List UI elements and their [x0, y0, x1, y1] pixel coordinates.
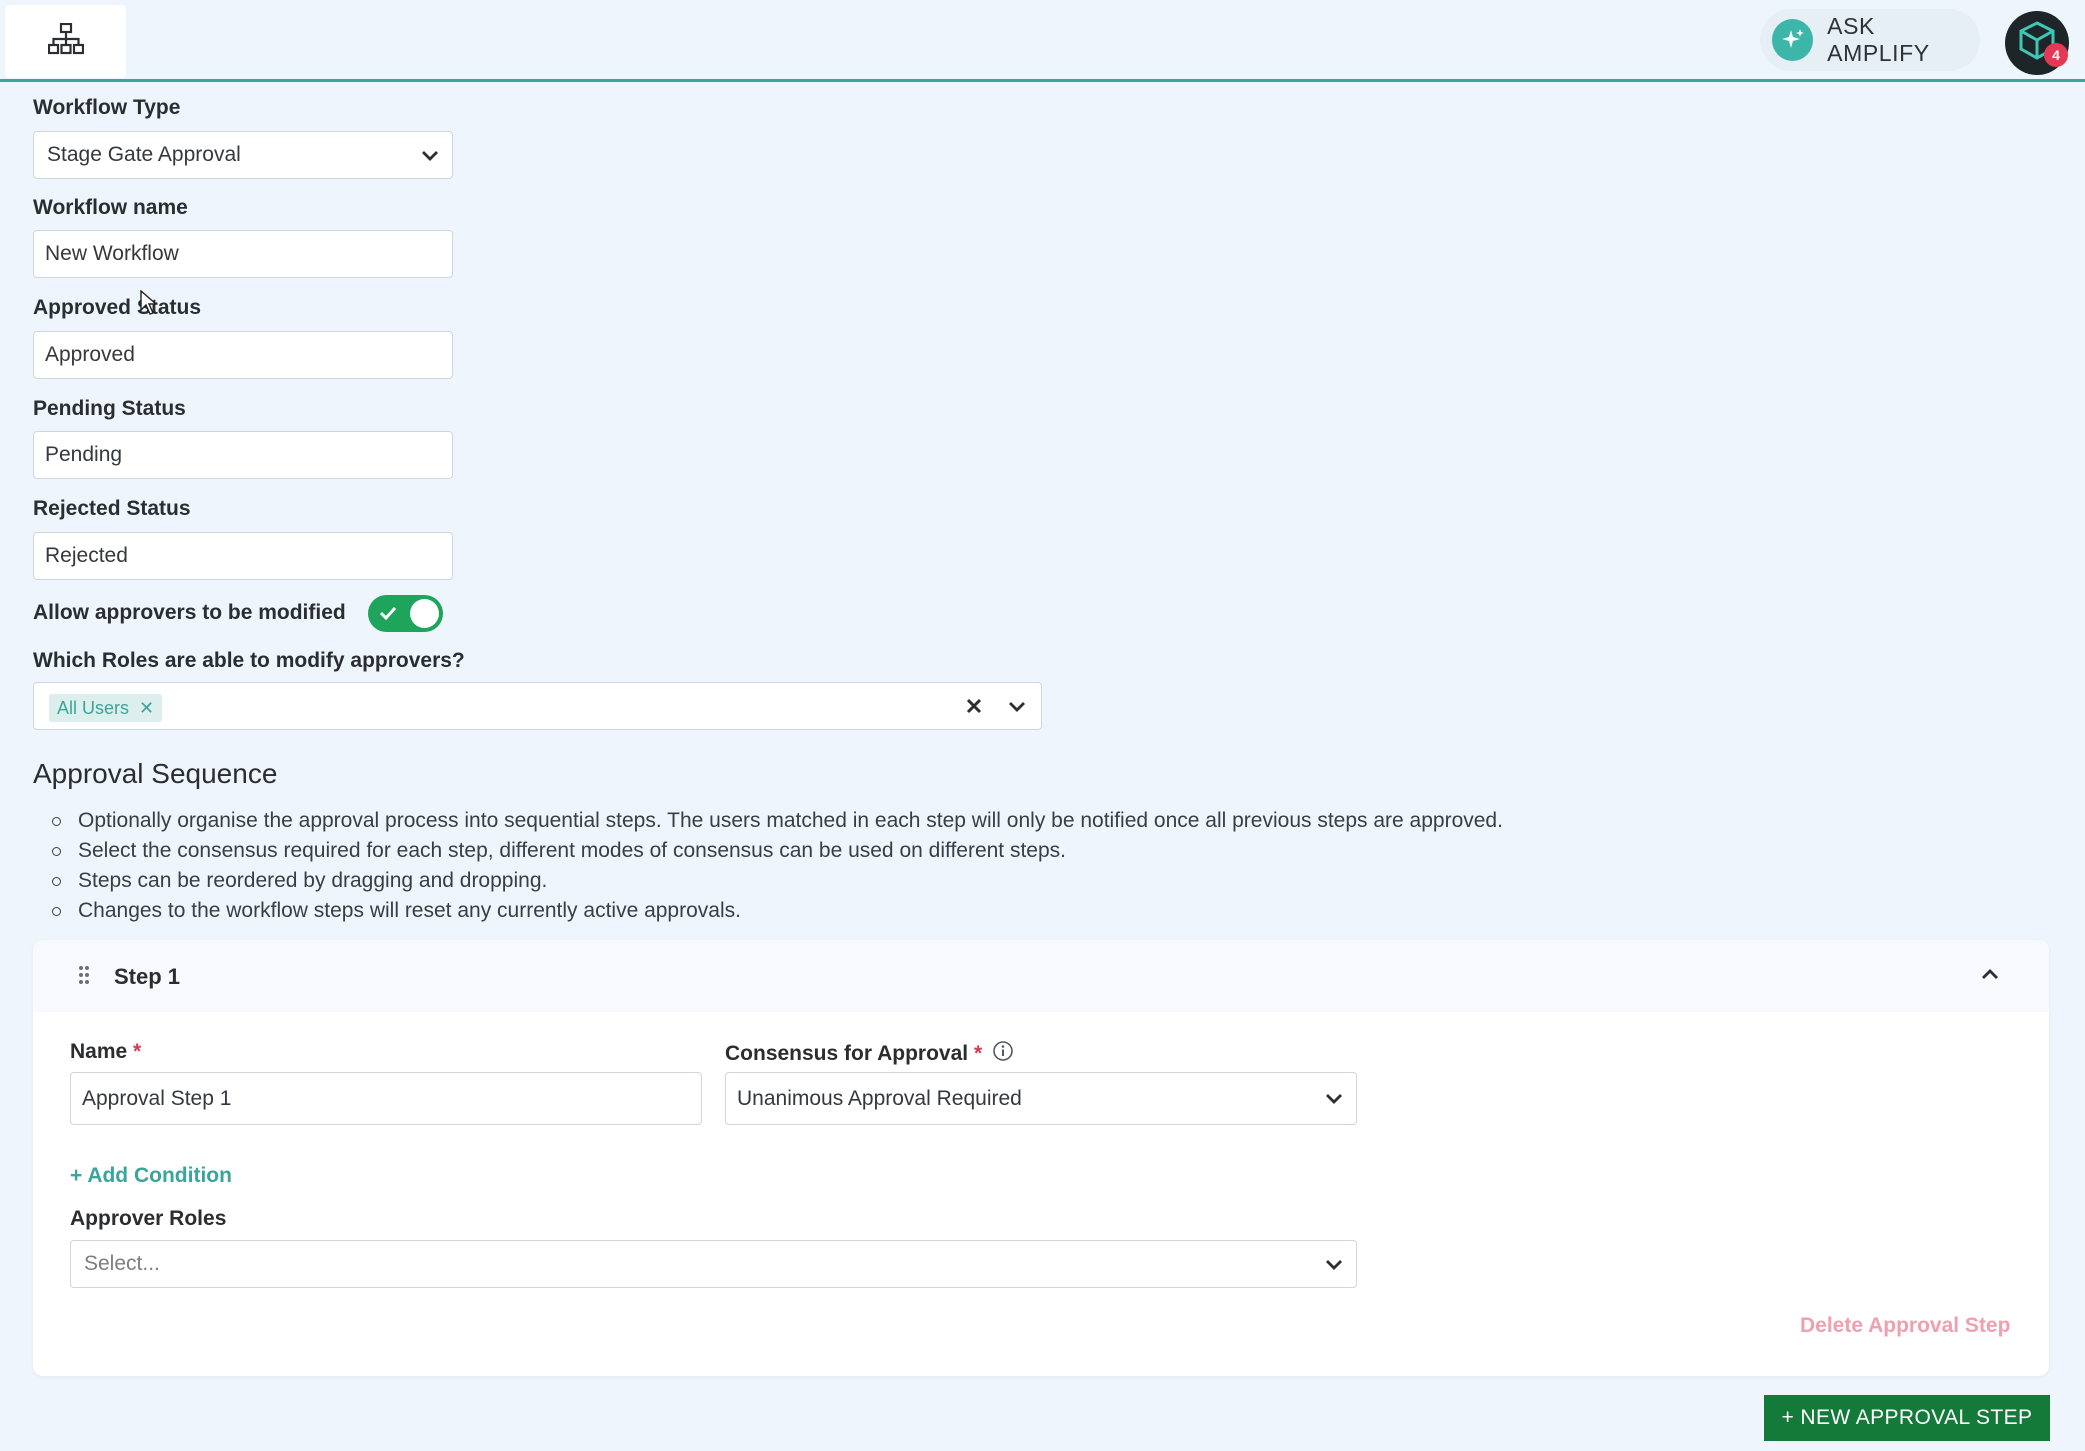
ask-amplify-label: ASK AMPLIFY — [1827, 13, 1930, 66]
sitemap-icon — [47, 22, 84, 60]
remove-tag-icon[interactable]: ✕ — [139, 698, 154, 719]
workflow-type-select[interactable]: Stage Gate Approval — [33, 131, 453, 179]
chevron-down-icon[interactable] — [1007, 697, 1027, 717]
info-icon[interactable] — [992, 1040, 1014, 1068]
clear-icon[interactable] — [965, 697, 983, 715]
delete-step-button[interactable]: Delete Approval Step — [1800, 1314, 2010, 1338]
approved-status-input[interactable]: Approved — [33, 331, 453, 379]
approved-status-label: Approved Status — [33, 296, 202, 319]
drag-handle-icon[interactable] — [78, 965, 90, 985]
rejected-status-value: Rejected — [45, 544, 128, 567]
top-bar: ASK AMPLIFY 4 — [0, 0, 2085, 82]
workflow-type-label: Workflow Type — [33, 96, 181, 119]
allow-modify-toggle[interactable] — [368, 595, 443, 632]
approver-roles-placeholder: Select... — [84, 1252, 160, 1275]
add-condition-link[interactable]: + Add Condition — [70, 1164, 232, 1188]
allow-modify-label: Allow approvers to be modified — [33, 601, 346, 624]
consensus-label: Consensus for Approval * — [725, 1040, 1014, 1068]
roles-modify-select[interactable]: All Users ✕ — [33, 682, 1042, 730]
check-icon — [379, 605, 397, 626]
workflow-name-input[interactable]: New Workflow — [33, 230, 453, 278]
approver-roles-label: Approver Roles — [70, 1207, 227, 1230]
approval-step-card: Step 1 Name * Approval Step 1 Consensus … — [33, 940, 2049, 1376]
workflow-name-label: Workflow name — [33, 196, 188, 219]
approval-sequence-title: Approval Sequence — [33, 758, 278, 789]
step-name-input[interactable]: Approval Step 1 — [70, 1072, 702, 1125]
toggle-knob — [410, 599, 439, 628]
roles-modify-label: Which Roles are able to modify approvers… — [33, 649, 465, 672]
chevron-up-icon[interactable] — [1980, 964, 2000, 984]
step-name-label: Name * — [70, 1040, 141, 1064]
step-header[interactable]: Step 1 — [33, 940, 2049, 1012]
role-tag: All Users ✕ — [49, 694, 163, 722]
note-item: Optionally organise the approval process… — [52, 806, 1503, 836]
workflow-name-value: New Workflow — [45, 242, 179, 265]
role-tag-label: All Users — [57, 697, 130, 718]
rejected-status-label: Rejected Status — [33, 497, 191, 520]
note-item: Select the consensus required for each s… — [52, 836, 1503, 866]
required-marker: * — [133, 1040, 142, 1063]
step-title: Step 1 — [114, 964, 181, 989]
home-button[interactable] — [5, 5, 126, 78]
consensus-label-text: Consensus for Approval — [725, 1042, 969, 1065]
chevron-down-icon — [1324, 1089, 1344, 1109]
chevron-down-icon — [1324, 1255, 1344, 1275]
ask-amplify-button[interactable]: ASK AMPLIFY — [1760, 9, 1980, 71]
rejected-status-input[interactable]: Rejected — [33, 532, 453, 580]
new-approval-step-button[interactable]: + NEW APPROVAL STEP — [1764, 1395, 2050, 1441]
approval-sequence-notes: Optionally organise the approval process… — [52, 806, 1503, 926]
notification-badge: 4 — [2044, 43, 2068, 67]
approved-status-value: Approved — [45, 343, 135, 366]
step-name-label-text: Name — [70, 1040, 128, 1063]
chevron-down-icon — [420, 146, 440, 166]
pending-status-value: Pending — [45, 443, 123, 466]
pending-status-input[interactable]: Pending — [33, 431, 453, 479]
workflow-type-value: Stage Gate Approval — [47, 143, 241, 166]
approver-roles-select[interactable]: Select... — [70, 1240, 1357, 1288]
note-item: Changes to the workflow steps will reset… — [52, 896, 1503, 926]
mouse-cursor-icon — [140, 289, 158, 321]
sparkle-icon — [1772, 19, 1814, 61]
required-marker: * — [973, 1042, 983, 1065]
consensus-value: Unanimous Approval Required — [737, 1086, 1022, 1110]
pending-status-label: Pending Status — [33, 397, 186, 420]
step-name-value: Approval Step 1 — [82, 1086, 232, 1110]
consensus-select[interactable]: Unanimous Approval Required — [725, 1072, 1357, 1125]
note-item: Steps can be reordered by dragging and d… — [52, 866, 1503, 896]
